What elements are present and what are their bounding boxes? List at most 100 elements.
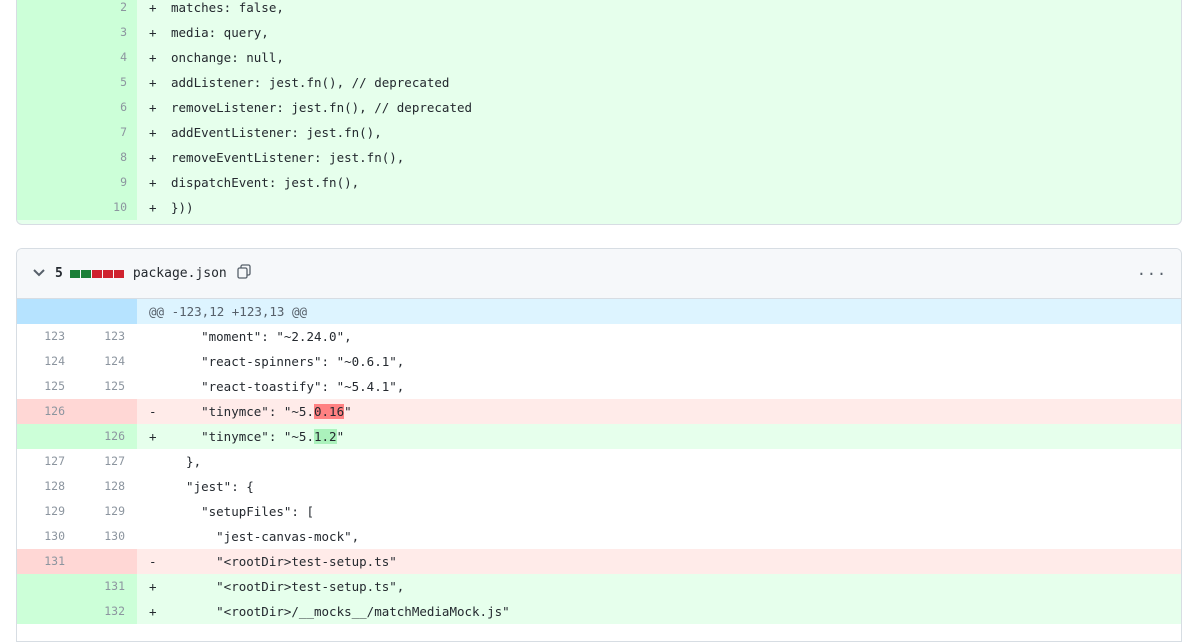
code-text: "<rootDir>test-setup.ts" — [171, 554, 397, 569]
old-line-number[interactable]: 125 — [17, 374, 77, 399]
code-line: + removeListener: jest.fn(), // deprecate… — [137, 95, 472, 120]
new-line-number[interactable] — [77, 549, 137, 574]
new-line-number[interactable]: 130 — [77, 524, 137, 549]
new-line-number[interactable]: 123 — [77, 324, 137, 349]
diff-sign: - — [149, 554, 157, 569]
code-text: })) — [171, 200, 194, 215]
old-line-number[interactable]: 128 — [17, 474, 77, 499]
diff-sign: + — [149, 100, 157, 115]
old-line-number[interactable]: 131 — [17, 549, 77, 574]
diff-sign: + — [149, 25, 157, 40]
diff-lines: 123 123 "moment": "~2.24.0", 124 124 "react… — [17, 324, 1181, 624]
diffstat-block — [102, 269, 113, 278]
code-line: + removeEventListener: jest.fn(), — [137, 145, 404, 170]
diffstat-block — [80, 269, 91, 278]
new-line-number[interactable]: 125 — [77, 374, 137, 399]
old-line-number[interactable]: 127 — [17, 449, 77, 474]
code-line: "jest-canvas-mock", — [137, 524, 359, 549]
changed-text-highlight: 0.16 — [314, 404, 345, 419]
code-text: "react-toastify": "~5.4.1", — [171, 379, 405, 394]
diff-sign: + — [149, 579, 157, 594]
code-text: }, — [171, 454, 202, 469]
new-line-number[interactable]: 124 — [77, 349, 137, 374]
new-line-number[interactable]: 131 — [77, 574, 137, 599]
code-line: "react-spinners": "~0.6.1", — [137, 349, 404, 374]
old-line-number[interactable] — [17, 574, 77, 599]
old-line-number[interactable]: 130 — [17, 524, 77, 549]
new-line-number[interactable]: 129 — [77, 499, 137, 524]
new-line-number[interactable]: 128 — [77, 474, 137, 499]
code-line: + "<rootDir>test-setup.ts", — [137, 574, 404, 599]
code-line: "react-toastify": "~5.4.1", — [137, 374, 404, 399]
diff-line-added: 131 + "<rootDir>test-setup.ts", — [17, 574, 1181, 599]
code-line: + matches: false, — [137, 0, 284, 20]
diff-line-added: 6 + removeListener: jest.fn(), // deprecat… — [17, 95, 1181, 120]
code-text: "jest": { — [171, 479, 254, 494]
code-line: + dispatchEvent: jest.fn(), — [137, 170, 359, 195]
diffstat-block — [113, 269, 124, 278]
new-line-number[interactable]: 126 — [77, 424, 137, 449]
diff-line-added: 132 + "<rootDir>/__mocks__/matchMediaMock… — [17, 599, 1181, 624]
line-number[interactable]: 3 — [17, 20, 137, 45]
change-count: 5 — [55, 266, 63, 281]
diff-sign: + — [149, 125, 157, 140]
line-number[interactable]: 6 — [17, 95, 137, 120]
code-text: "jest-canvas-mock", — [171, 529, 360, 544]
changed-text-highlight: 1.2 — [314, 429, 337, 444]
diff-lines: 2 + matches: false, 3 + media: query, 4 + onchan… — [17, 0, 1181, 220]
code-text: "<rootDir>test-setup.ts", — [171, 579, 405, 594]
hunk-header: @@ -123,12 +123,13 @@ — [17, 299, 1181, 339]
copy-icon[interactable] — [237, 264, 251, 283]
code-line: "moment": "~2.24.0", — [137, 324, 352, 349]
code-text: addListener: jest.fn(), // deprecated — [171, 75, 450, 90]
line-number[interactable]: 2 — [17, 0, 137, 20]
code-text: "setupFiles": [ — [171, 504, 314, 519]
old-line-number[interactable]: 124 — [17, 349, 77, 374]
code-line: + "tinymce": "~5.1.2" — [137, 424, 344, 449]
diff-line-added: 4 + onchange: null, — [17, 45, 1181, 70]
expand-up-icon[interactable] — [17, 299, 137, 339]
line-number[interactable]: 9 — [17, 170, 137, 195]
diff-line-added: 5 + addListener: jest.fn(), // deprecated — [17, 70, 1181, 95]
diff-sign: - — [149, 404, 157, 419]
diff-line-context: 129 129 "setupFiles": [ — [17, 499, 1181, 524]
chevron-down-icon[interactable] — [31, 267, 47, 280]
diff-sign: + — [149, 150, 157, 165]
old-line-number[interactable] — [17, 424, 77, 449]
diffstat — [69, 269, 124, 278]
line-number[interactable]: 7 — [17, 120, 137, 145]
diff-line-added: 10 +})) — [17, 195, 1181, 220]
code-text: addEventListener: jest.fn(), — [171, 125, 382, 140]
diff-line-added: 9 + dispatchEvent: jest.fn(), — [17, 170, 1181, 195]
code-text: removeListener: jest.fn(), // deprecated — [171, 100, 473, 115]
diff-line-added: 7 + addEventListener: jest.fn(), — [17, 120, 1181, 145]
line-number[interactable]: 8 — [17, 145, 137, 170]
diff-sign: + — [149, 0, 157, 15]
old-line-number[interactable]: 126 — [17, 399, 77, 424]
code-text-end: " — [344, 404, 352, 419]
code-line: + "<rootDir>/__mocks__/matchMediaMock.js… — [137, 599, 510, 624]
diff-sign: + — [149, 604, 157, 619]
line-number[interactable]: 5 — [17, 70, 137, 95]
hunk-header-text: @@ -123,12 +123,13 @@ — [149, 304, 308, 319]
file-header: 5 package.json ··· — [17, 249, 1181, 299]
new-line-number[interactable]: 127 — [77, 449, 137, 474]
code-line: + media: query, — [137, 20, 269, 45]
code-text: onchange: null, — [171, 50, 284, 65]
code-line: "jest": { — [137, 474, 254, 499]
code-text: "tinymce": "~5. — [171, 429, 314, 444]
line-number[interactable]: 4 — [17, 45, 137, 70]
new-line-number[interactable] — [77, 399, 137, 424]
more-options-icon[interactable]: ··· — [1137, 265, 1167, 283]
diff-sign: + — [149, 429, 157, 444]
diff-sign: + — [149, 75, 157, 90]
code-text: "react-spinners": "~0.6.1", — [171, 354, 405, 369]
new-line-number[interactable]: 132 — [77, 599, 137, 624]
diff-line-context: 127 127 }, — [17, 449, 1181, 474]
old-line-number[interactable]: 123 — [17, 324, 77, 349]
old-line-number[interactable]: 129 — [17, 499, 77, 524]
old-line-number[interactable] — [17, 599, 77, 624]
diffstat-block — [91, 269, 102, 278]
line-number[interactable]: 10 — [17, 195, 137, 220]
file-name-link[interactable]: package.json — [133, 266, 227, 281]
